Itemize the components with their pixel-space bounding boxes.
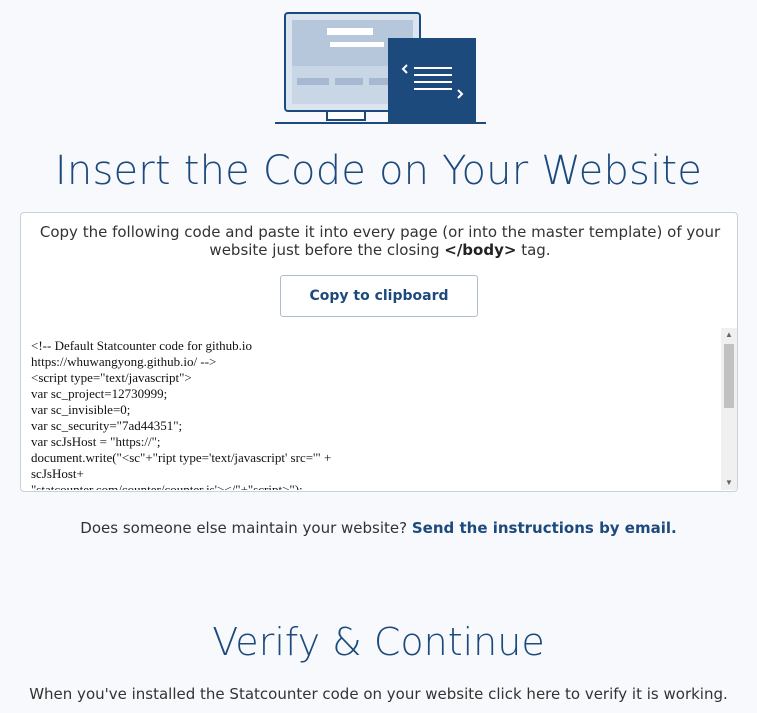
scroll-up-arrow-icon[interactable]: ▲	[721, 328, 737, 342]
code-textarea[interactable]: <!-- Default Statcounter code for github…	[31, 328, 737, 490]
code-content[interactable]: <!-- Default Statcounter code for github…	[31, 338, 721, 490]
email-question: Does someone else maintain your website?	[80, 519, 412, 537]
scrollbar-thumb[interactable]	[724, 344, 734, 408]
scroll-down-arrow-icon[interactable]: ▼	[721, 476, 737, 490]
code-line: document.write("<sc"+"ript type='text/ja…	[31, 450, 332, 465]
copy-to-clipboard-button[interactable]: Copy to clipboard	[280, 275, 478, 317]
instructions-after: tag.	[516, 241, 551, 259]
code-line: <!-- Default Statcounter code for github…	[31, 338, 253, 353]
send-instructions-email-link[interactable]: Send the instructions by email.	[412, 519, 677, 537]
code-line: var sc_project=12730999;	[31, 386, 168, 401]
code-line: var sc_invisible=0;	[31, 402, 131, 417]
verify-title: Verify & Continue	[212, 620, 545, 664]
code-line: var sc_security="7ad44351";	[31, 418, 183, 433]
instructions-text: Copy the following code and paste it int…	[21, 223, 739, 259]
code-panel: Copy the following code and paste it int…	[20, 212, 738, 492]
code-line: scJsHost+	[31, 466, 84, 481]
code-line: "statcounter.com/counter/counter.js'></"…	[31, 482, 303, 490]
code-line: https://whuwangyong.github.io/ -->	[31, 354, 217, 369]
code-scrollbar[interactable]: ▲ ▼	[721, 328, 737, 490]
code-line: var scJsHost = "https://";	[31, 434, 161, 449]
email-instructions: Does someone else maintain your website?…	[0, 519, 757, 537]
website-code-illustration	[275, 12, 486, 124]
verify-instructions[interactable]: When you've installed the Statcounter co…	[0, 685, 757, 703]
code-line: <script type="text/javascript">	[31, 370, 192, 385]
body-tag: </body>	[444, 241, 517, 259]
instructions-before: Copy the following code and paste it int…	[39, 223, 721, 259]
page-title: Insert the Code on Your Website	[54, 148, 703, 194]
